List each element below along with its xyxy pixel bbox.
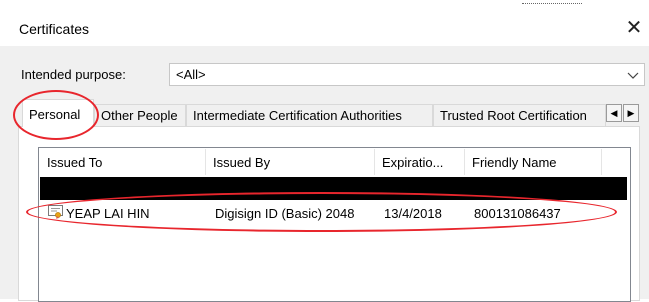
- tab-intermediate-certification-authorities[interactable]: Intermediate Certification Authorities: [186, 104, 433, 126]
- tab-label: Personal: [29, 107, 81, 122]
- tab-scroll-left-button[interactable]: ◀: [606, 104, 622, 122]
- arrow-right-icon: ▶: [627, 107, 635, 118]
- tab-trusted-root-certification[interactable]: Trusted Root Certification: [433, 104, 606, 126]
- tab-scroll-arrows: ◀ ▶: [606, 104, 640, 122]
- intended-purpose-label: Intended purpose:: [21, 67, 126, 82]
- arrow-left-icon: ◀: [610, 107, 618, 118]
- title-bar: Certificates ✕: [0, 0, 649, 46]
- title-decoration: [522, 3, 582, 6]
- column-header-expiration[interactable]: Expiratio...: [375, 149, 465, 175]
- cell-issued-to: YEAP LAI HIN: [66, 206, 150, 221]
- tab-label: Trusted Root Certification: [440, 108, 587, 123]
- certificate-icon: [48, 205, 63, 219]
- tab-label: Intermediate Certification Authorities: [193, 108, 402, 123]
- chevron-down-icon: [627, 72, 639, 79]
- close-button[interactable]: ✕: [620, 12, 648, 42]
- column-header-issued-to[interactable]: Issued To: [40, 149, 206, 175]
- tab-other-people[interactable]: Other People: [94, 104, 186, 126]
- tab-label: Other People: [101, 108, 178, 123]
- intended-purpose-select[interactable]: <All>: [169, 63, 645, 86]
- close-icon: ✕: [625, 16, 643, 39]
- column-header-friendly-name[interactable]: Friendly Name: [465, 149, 602, 175]
- window-title: Certificates: [19, 21, 90, 37]
- intended-purpose-value: <All>: [176, 67, 206, 82]
- table-row-redacted[interactable]: [40, 177, 627, 200]
- cell-expiration: 13/4/2018: [384, 206, 442, 221]
- cell-friendly-name: 800131086437: [474, 206, 561, 221]
- cell-issued-by: Digisign ID (Basic) 2048: [215, 206, 355, 221]
- column-header-issued-by[interactable]: Issued By: [206, 149, 375, 175]
- tab-scroll-right-button[interactable]: ▶: [623, 104, 639, 122]
- tab-personal[interactable]: Personal: [22, 99, 94, 127]
